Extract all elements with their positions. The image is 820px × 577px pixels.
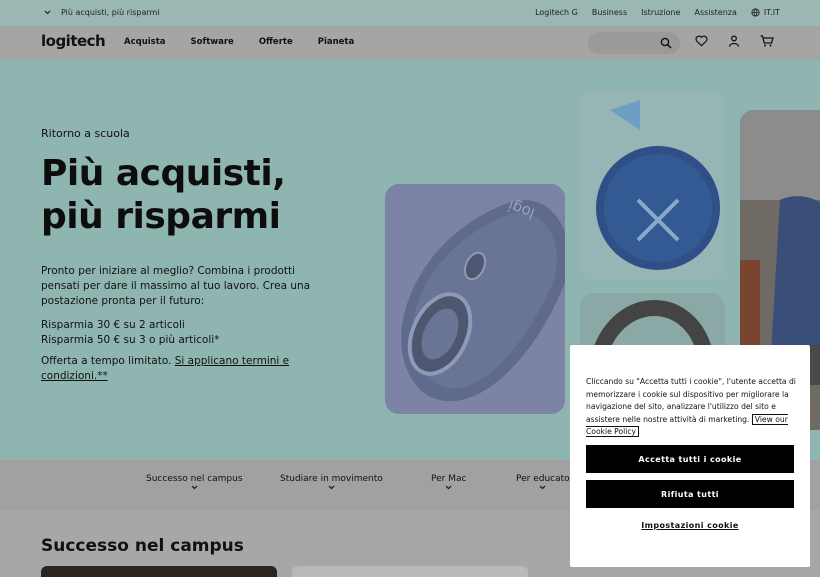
section-title: Successo nel campus — [41, 536, 244, 556]
hero-headline-line-2: più risparmi — [41, 196, 281, 237]
mouse-product-image: logi — [385, 184, 565, 414]
wishlist-heart-icon[interactable] — [695, 35, 708, 47]
chevron-down-icon — [44, 10, 51, 15]
chevron-down-icon — [539, 485, 546, 490]
nav-offerte[interactable]: Offerte — [259, 37, 293, 47]
tab-label: Per educato — [516, 474, 570, 484]
reject-all-button[interactable]: Rifiuta tutti — [586, 480, 794, 508]
promo-text: Più acquisti, più risparmi — [61, 8, 160, 17]
search-icon[interactable] — [660, 37, 672, 49]
utility-bar: Più acquisti, più risparmi Logitech G Bu… — [0, 0, 820, 26]
locale-selector[interactable]: IT.IT — [751, 8, 780, 17]
tab-successo-nel-campus[interactable]: Successo nel campus — [146, 474, 243, 490]
tab-per-mac[interactable]: Per Mac — [431, 474, 466, 490]
tab-label: Per Mac — [431, 474, 467, 484]
locale-label: IT.IT — [763, 8, 780, 17]
limited-offer: Offerta a tempo limitato. Si applicano t… — [41, 354, 311, 384]
logitech-logo[interactable]: logitech — [41, 32, 106, 50]
chevron-down-icon — [328, 485, 335, 490]
search-input[interactable] — [588, 32, 680, 54]
cookie-text: Cliccando su "Accetta tutti i cookie", l… — [586, 376, 796, 439]
product-card-image[interactable] — [292, 566, 528, 577]
hero-headline: Più acquisti, più risparmi — [41, 152, 286, 238]
chevron-down-icon — [191, 485, 198, 490]
product-card-image[interactable] — [41, 566, 277, 577]
hero-headline-line-1: Più acquisti, — [41, 153, 286, 194]
link-assistenza[interactable]: Assistenza — [694, 8, 736, 17]
accept-all-cookies-button[interactable]: Accetta tutti i cookie — [586, 445, 794, 473]
chevron-down-icon — [445, 485, 452, 490]
mouse-illustration: logi — [385, 184, 565, 414]
link-business[interactable]: Business — [592, 8, 627, 17]
hero-offers: Risparmia 30 € su 2 articoli Risparmia 5… — [41, 318, 219, 348]
nav-acquista[interactable]: Acquista — [124, 37, 166, 47]
hero-eyebrow: Ritorno a scuola — [41, 127, 130, 140]
link-logitech-g[interactable]: Logitech G — [535, 8, 578, 17]
offer-line-1: Risparmia 30 € su 2 articoli — [41, 319, 185, 331]
tab-per-educatori[interactable]: Per educato — [516, 474, 570, 490]
main-nav: logitech Acquista Software Offerte Piane… — [0, 26, 820, 60]
promo-banner[interactable]: Più acquisti, più risparmi — [44, 8, 160, 17]
tab-studiare-in-movimento[interactable]: Studiare in movimento — [280, 474, 383, 490]
tab-label: Successo nel campus — [146, 474, 243, 484]
tab-label: Studiare in movimento — [280, 474, 383, 484]
speaker-illustration — [580, 90, 725, 280]
globe-icon — [751, 8, 760, 17]
account-user-icon[interactable] — [728, 35, 740, 47]
nav-software[interactable]: Software — [191, 37, 234, 47]
hero-copy: Pronto per iniziare al meglio? Combina i… — [41, 265, 311, 307]
cookie-settings-link[interactable]: Impostazioni cookie — [586, 521, 794, 530]
speaker-product-image — [580, 90, 725, 280]
offer-line-2: Risparmia 50 € su 3 o più articoli* — [41, 334, 220, 346]
cookie-consent-dialog: Cliccando su "Accetta tutti i cookie", l… — [570, 345, 810, 567]
limited-offer-text: Offerta a tempo limitato. — [41, 355, 172, 367]
nav-pianeta[interactable]: Pianeta — [318, 37, 355, 47]
link-istruzione[interactable]: Istruzione — [641, 8, 680, 17]
cart-icon[interactable] — [760, 35, 774, 47]
